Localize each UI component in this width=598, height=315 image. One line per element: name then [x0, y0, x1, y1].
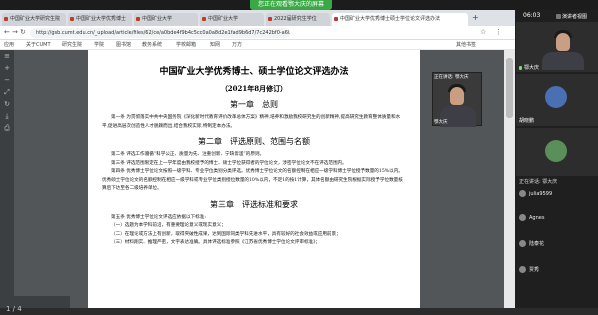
chapter-heading: 第三章 评选标准和要求	[210, 199, 298, 209]
avatar	[545, 86, 567, 108]
new-tab-button[interactable]: +	[472, 13, 479, 22]
browser-tab[interactable]: 2022届研究生学位	[266, 13, 330, 26]
speaker-video-overlay[interactable]	[432, 72, 482, 127]
scrollbar-thumb[interactable]	[506, 58, 513, 118]
favicon-icon	[268, 17, 272, 21]
favicon-icon	[4, 17, 8, 21]
article-paragraph: 第三条 评选范围限定在上一学年度由我校授予的博士、硕士学位获得者的学位论文，涉密…	[111, 160, 347, 166]
favicon-icon	[136, 17, 140, 21]
avatar	[519, 214, 526, 221]
bookmark-item[interactable]: 学院	[94, 41, 104, 48]
article-paragraph: 第二条 评选工作遵循“科学公正、质量为先、注重创新、宁缺毋滥”的原则。	[111, 152, 265, 157]
forward-arrow-icon[interactable]: →	[12, 28, 18, 36]
avatar	[519, 240, 526, 247]
participant-list-item[interactable]: 贾秀	[519, 266, 539, 273]
meeting-clock: 06:03	[523, 12, 541, 19]
person-body	[542, 52, 584, 70]
avatar	[519, 190, 526, 197]
participant-name: 胡晓鹏	[519, 118, 535, 124]
pdf-scrollbar[interactable]	[504, 50, 515, 308]
screen-share-banner: 您正在观看鄂大庆的屏幕	[250, 0, 333, 10]
fit-page-icon[interactable]: ⤢	[0, 86, 14, 98]
bookmark-item[interactable]: 其他书签	[456, 41, 476, 48]
browser-tab-strip: 中国矿业大学研究生院 中国矿业大学优秀博士 中国矿业大学 中国矿业大学 2022…	[0, 10, 515, 26]
pdf-toolbar: ≡ + − ⤢ ↻ ⤓ ⎙	[0, 50, 14, 308]
pdf-page: 中国矿业大学优秀博士、硕士学位论文评选办法 （2021年8月修订） 第一章 总则…	[88, 50, 420, 308]
speaking-label: 正在讲话: 鄂大庆	[434, 75, 469, 80]
favicon-icon	[70, 17, 74, 21]
browser-tab[interactable]: 中国矿业大学	[134, 13, 198, 26]
reload-icon[interactable]: ↻	[20, 28, 26, 36]
favicon-icon	[202, 17, 206, 21]
zoom-out-icon[interactable]: −	[0, 74, 14, 86]
article-paragraph: 第五条 优秀博士学位论文评选应依据以下标准:	[111, 214, 206, 220]
participant-name: 鄂大庆	[519, 64, 539, 71]
avatar	[545, 140, 567, 162]
bookmark-item[interactable]: 学校邮箱	[176, 41, 196, 48]
article-paragraph: 第四条 优秀博士学位论文按照一级学科、专业学位类别分类评选。优秀博士学位论文的名…	[102, 169, 403, 191]
video-tile-main[interactable]: 鄂大庆	[516, 22, 598, 72]
article-paragraph: 第一条 为贯彻落实中共中央国务院《深化新时代教育评价改革总体方案》精神,培养和激…	[102, 115, 401, 129]
browser-tab[interactable]: 中国矿业大学	[200, 13, 264, 26]
download-icon[interactable]: ⤓	[0, 110, 14, 122]
video-tile[interactable]: 胡晓鹏	[516, 74, 598, 126]
document-subtitle: （2021年8月修订）	[220, 84, 288, 93]
address-bar-row: ← → ↻ http://gsb.cumt.edu.cn/_upload/art…	[0, 26, 515, 40]
avatar	[519, 266, 526, 273]
bookmark-item[interactable]: 应用	[4, 41, 14, 48]
print-icon[interactable]: ⎙	[0, 122, 14, 134]
participant-list-item[interactable]: julia9599	[519, 190, 552, 197]
bookmarks-bar: 应用 关于CUMT 研究生院 学院 图书馆 教务系统 学校邮箱 知网 万方 其他…	[0, 40, 515, 50]
list-item: （二）在理论或方法上有创新，取得突破性成果，达到国际同类学科先进水平，具有较好的…	[111, 231, 341, 237]
bookmark-item[interactable]: 研究生院	[62, 41, 82, 48]
chapter-heading: 第一章 总则	[230, 100, 278, 109]
bookmark-item[interactable]: 教务系统	[142, 41, 162, 48]
menu-icon[interactable]: ⋮	[495, 28, 502, 36]
star-icon[interactable]: ☆	[480, 28, 486, 36]
back-arrow-icon[interactable]: ←	[4, 28, 10, 36]
bookmark-item[interactable]: 知网	[210, 41, 220, 48]
person-face	[450, 87, 464, 105]
speaking-now-label: 正在讲话: 鄂大庆	[519, 179, 558, 185]
bookmark-item[interactable]: 万方	[232, 41, 242, 48]
browser-tab-active[interactable]: 中国矿业大学优秀博士硕士学位论文评选办法	[332, 13, 468, 26]
browser-tab[interactable]: 中国矿业大学优秀博士	[68, 13, 132, 26]
mic-icon	[519, 65, 522, 70]
document-title: 中国矿业大学优秀博士、硕士学位论文评选办法	[159, 67, 349, 77]
list-item: （三）材料翔实、推理严密，文字表达准确。具体评选标准参照《江苏省优秀博士学位论文…	[111, 240, 321, 245]
bookmark-item[interactable]: 关于CUMT	[26, 41, 51, 48]
participant-list-item[interactable]: 陆泰花	[519, 240, 544, 247]
browser-tab[interactable]: 中国矿业大学研究生院	[2, 13, 66, 26]
speaker-view-toggle[interactable]: 演讲者视图	[556, 13, 587, 20]
speaker-name: 鄂大庆	[434, 120, 448, 125]
chapter-heading: 第二章 评选原则、范围与名额	[198, 137, 310, 146]
pdf-favicon-icon	[334, 17, 338, 21]
zoom-in-icon[interactable]: +	[0, 62, 14, 74]
video-tile[interactable]	[516, 128, 598, 176]
person-face	[556, 33, 570, 51]
bookmark-item[interactable]: 图书馆	[116, 41, 131, 48]
participant-list-item[interactable]: Agnes	[519, 214, 544, 221]
list-item: （一）选题为本学科前沿，有重要理论意义或现实意义；	[111, 223, 226, 228]
rotate-icon[interactable]: ↻	[0, 98, 14, 110]
page-indicator: 1 / 4	[6, 305, 22, 313]
url-field[interactable]: http://gsb.cumt.edu.cn/_upload/article/f…	[30, 28, 290, 38]
page-indicator-bar: 1 / 4	[0, 296, 70, 313]
menu-icon[interactable]: ≡	[0, 50, 14, 62]
